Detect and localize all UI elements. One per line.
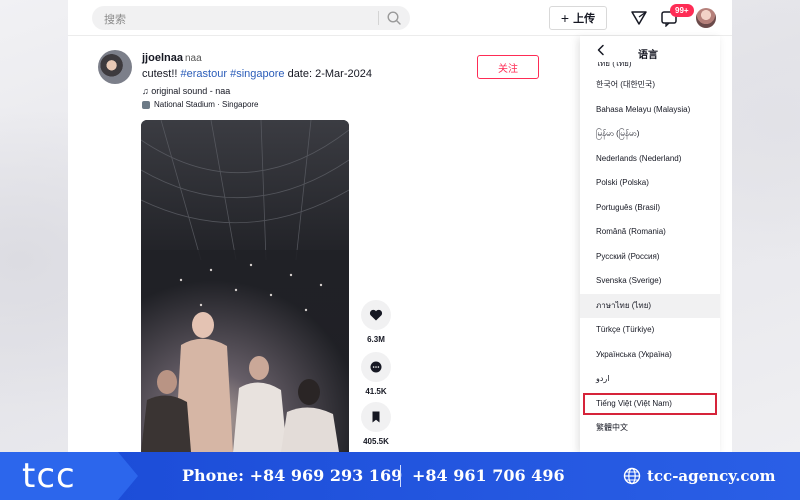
phone-secondary: +84 961 706 496 xyxy=(412,466,565,485)
brand-logo: tcc xyxy=(22,456,76,496)
follow-button[interactable]: 关注 xyxy=(477,55,539,79)
author-nickname: naa xyxy=(184,53,202,64)
footer-divider xyxy=(400,465,401,487)
footer-banner: tcc Phone: +84 969 293 169 +84 961 706 4… xyxy=(0,452,800,500)
hashtag-link[interactable]: #erastour xyxy=(181,68,227,80)
website-link: tcc-agency.com xyxy=(647,467,776,485)
phone-primary: Phone: +84 969 293 169 xyxy=(182,466,403,485)
language-menu-title: 语言 xyxy=(638,50,658,61)
like-count: 6.3M xyxy=(367,335,385,344)
post-caption: cutest!! #erastour #singapore date: 2-Ma… xyxy=(142,68,372,80)
language-option[interactable]: Română (Romania) xyxy=(580,220,720,245)
comment-action[interactable]: 41.5K xyxy=(360,352,392,396)
comment-count: 41.5K xyxy=(365,387,387,396)
search-divider xyxy=(378,11,379,25)
like-button[interactable] xyxy=(361,300,391,330)
sound-link[interactable]: ♫ original sound - naa xyxy=(142,86,230,96)
video-player[interactable] xyxy=(141,120,349,452)
save-button[interactable] xyxy=(361,402,391,432)
location-tag[interactable]: National Stadium · Singapore xyxy=(142,100,259,109)
language-option[interactable]: ภาษาไทย (ไทย) xyxy=(580,293,720,318)
upload-label: 上传 xyxy=(573,13,596,25)
search-icon[interactable] xyxy=(386,10,402,26)
language-option[interactable]: မြန်မာ (မြန်မာ) xyxy=(580,122,720,147)
location-text: National Stadium · Singapore xyxy=(154,100,259,109)
language-option[interactable]: Svenska (Sverige) xyxy=(580,269,720,294)
inbox-badge: 99+ xyxy=(670,4,694,17)
top-bar: 搜索 + 上传 99+ xyxy=(68,0,732,36)
plus-icon: + xyxy=(560,10,570,26)
language-option[interactable]: ไทย (ไทย) xyxy=(580,62,720,73)
profile-avatar[interactable] xyxy=(696,8,716,28)
language-option[interactable]: Português (Brasil) xyxy=(580,196,720,221)
author-username[interactable]: jjoelnaa naa xyxy=(142,52,202,64)
bookmark-icon xyxy=(372,411,380,423)
hashtag-link[interactable]: #singapore xyxy=(230,68,284,80)
heart-icon xyxy=(369,309,383,321)
language-option[interactable]: Українська (Україна) xyxy=(580,343,720,368)
language-list: ไทย (ไทย) 한국어 (대한민국) Bahasa Melayu (Malays… xyxy=(580,62,720,441)
language-option[interactable]: Bahasa Melayu (Malaysia) xyxy=(580,98,720,123)
location-icon xyxy=(142,100,150,109)
send-icon[interactable] xyxy=(630,9,648,27)
username-text: jjoelnaa xyxy=(142,52,183,64)
caption-suffix: date: 2-Mar-2024 xyxy=(284,68,372,80)
chevron-left-icon[interactable] xyxy=(596,44,606,56)
caption-prefix: cutest!! xyxy=(142,68,181,80)
language-option[interactable]: Русский (Россия) xyxy=(580,245,720,270)
language-option[interactable]: 繁體中文 xyxy=(580,416,720,441)
language-option[interactable]: Polski (Polska) xyxy=(580,171,720,196)
video-frame xyxy=(141,120,349,452)
comment-icon xyxy=(370,361,382,373)
language-option[interactable]: Türkçe (Türkiye) xyxy=(580,318,720,343)
like-action[interactable]: 6.3M xyxy=(360,300,392,344)
language-menu: 语言 ไทย (ไทย) 한국어 (대한민국) Bahasa Melayu (Mal… xyxy=(580,36,720,452)
language-option[interactable]: اردو xyxy=(580,367,720,392)
upload-button[interactable]: + 上传 xyxy=(549,6,607,30)
language-option[interactable]: Tiếng Việt (Việt Nam) xyxy=(582,392,718,417)
search-input[interactable]: 搜索 xyxy=(92,6,410,30)
save-action[interactable]: 405.5K xyxy=(360,402,392,446)
app-window: 搜索 + 上传 99+ jjoelnaa naa cutest!! #erasto… xyxy=(68,0,732,452)
author-avatar[interactable] xyxy=(98,50,132,84)
save-count: 405.5K xyxy=(363,437,389,446)
comment-button[interactable] xyxy=(361,352,391,382)
globe-icon xyxy=(623,467,641,485)
language-option[interactable]: 한국어 (대한민국) xyxy=(580,73,720,98)
language-option[interactable]: Nederlands (Nederland) xyxy=(580,147,720,172)
search-placeholder: 搜索 xyxy=(104,14,126,26)
